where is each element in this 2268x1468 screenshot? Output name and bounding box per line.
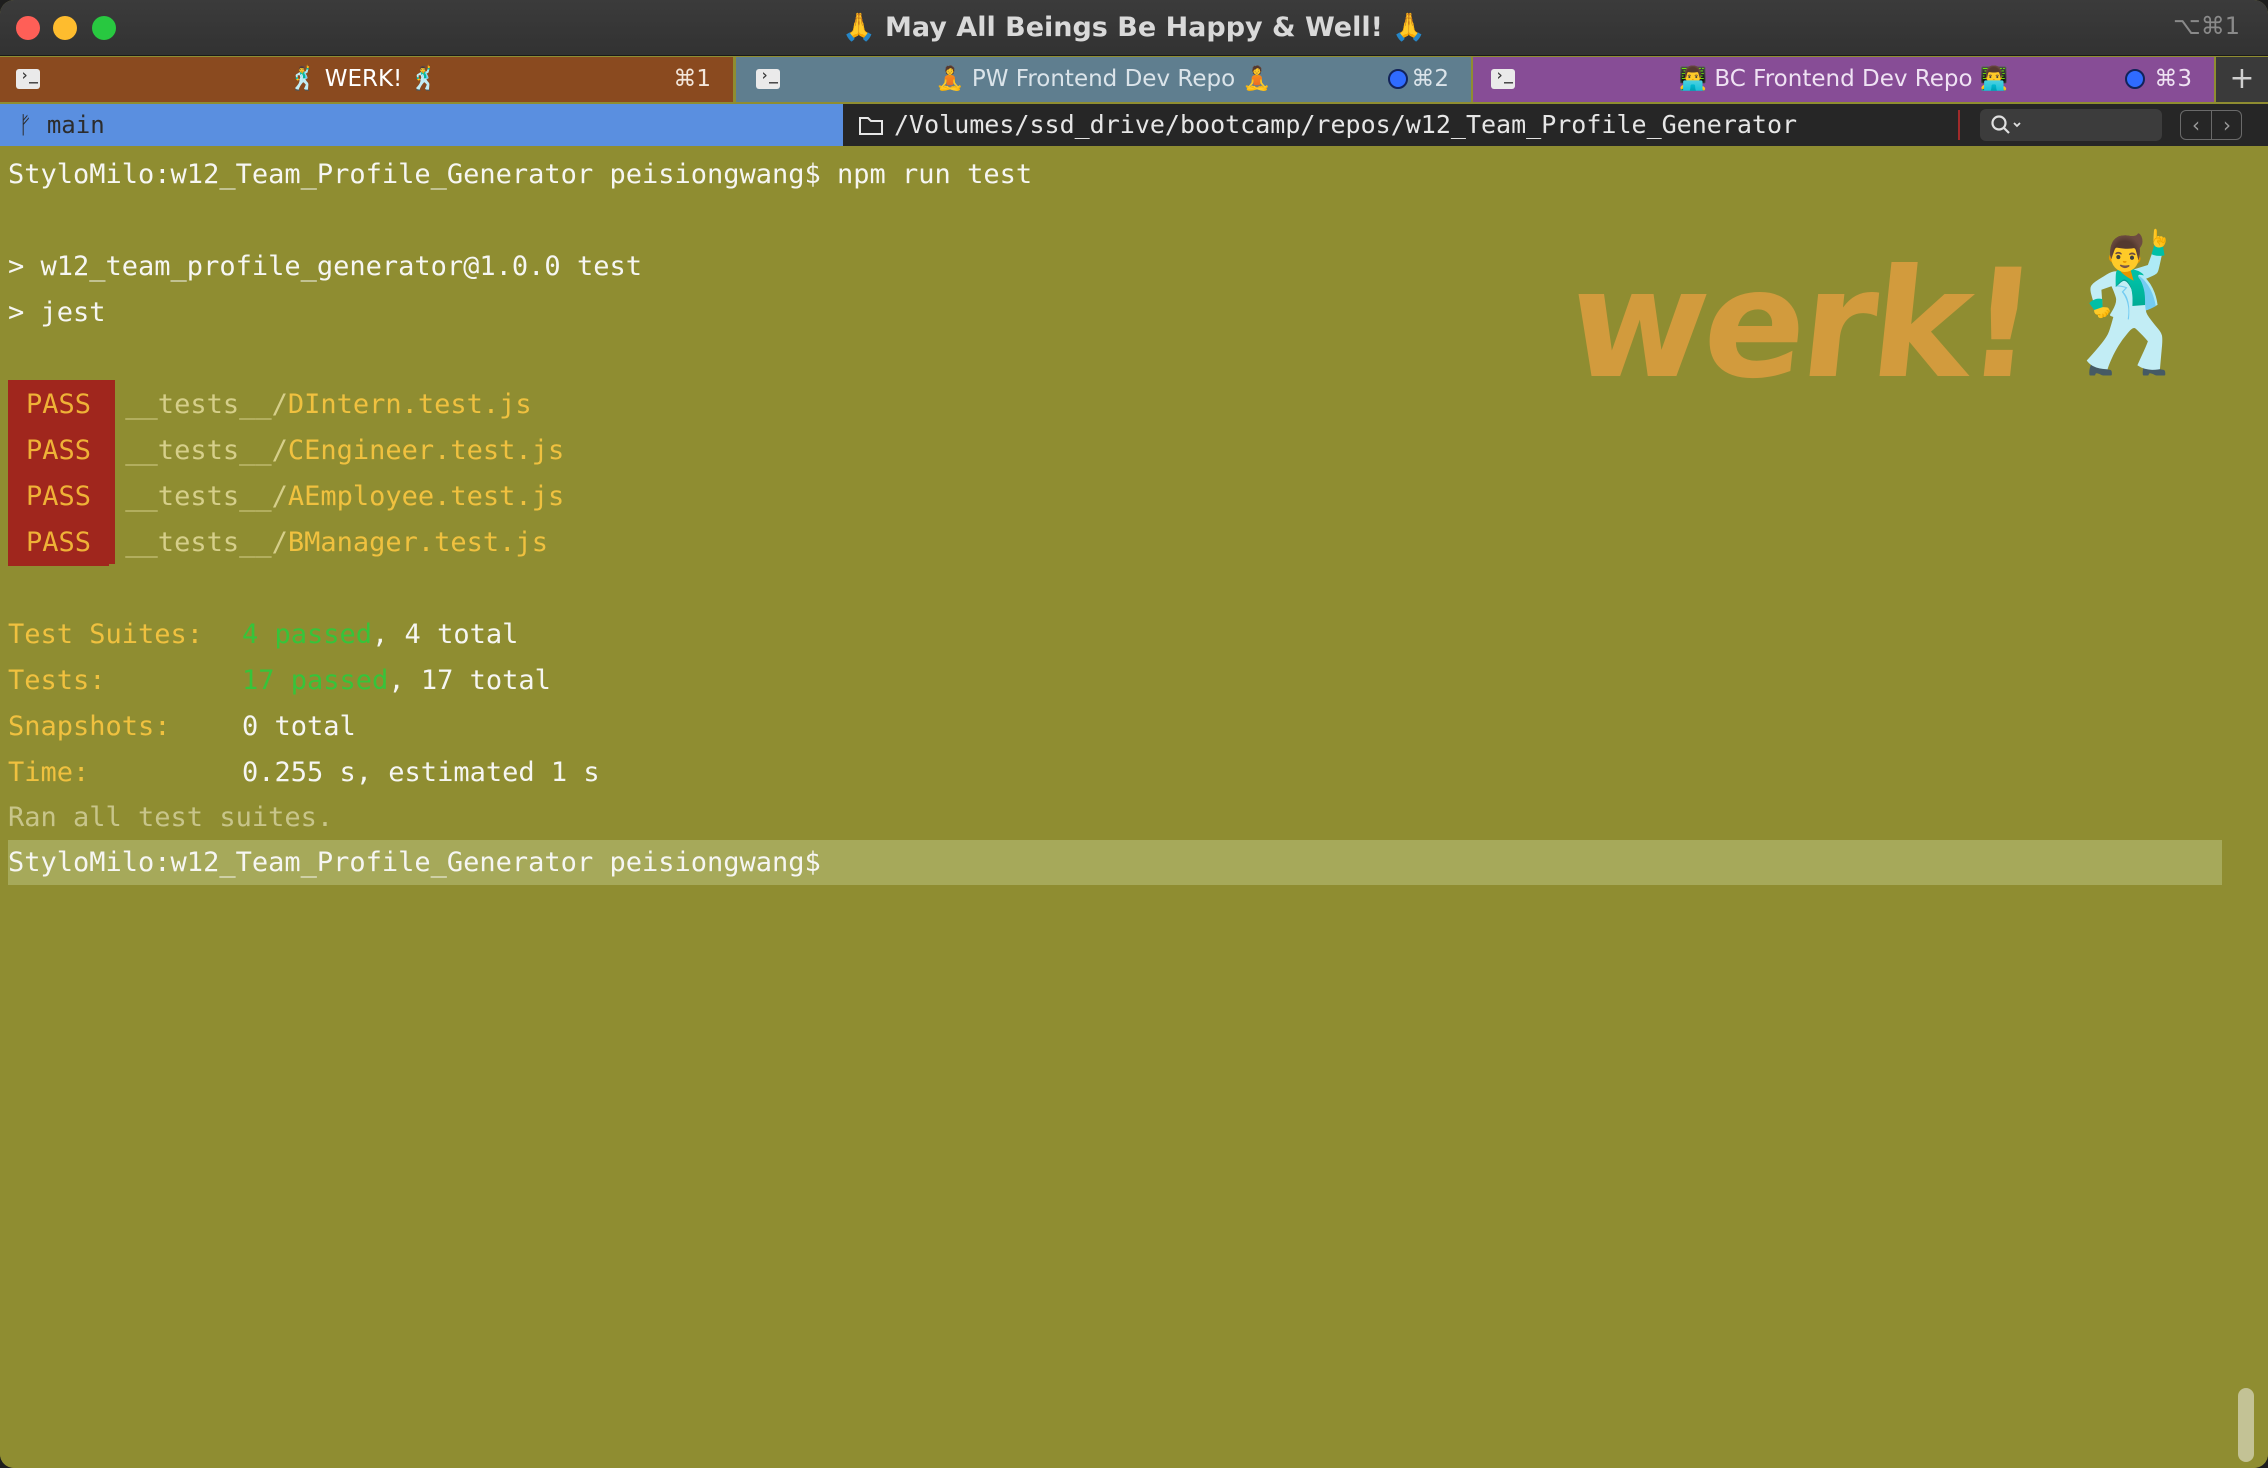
search-field[interactable]	[1980, 109, 2162, 141]
summary-passed: 17 passed	[242, 665, 389, 696]
terminal-window: 🙏 May All Beings Be Happy & Well! 🙏 ⌥⌘1 …	[0, 0, 2268, 1468]
ran-all-line: Ran all test suites.	[8, 802, 334, 833]
tab-shortcut: ⌘1	[673, 66, 711, 92]
summary-label: Test Suites:	[8, 619, 204, 650]
test-file: BManager.test.js	[287, 527, 548, 558]
tab-label: 🕺 WERK! 🕺	[288, 66, 439, 92]
script-line: > w12_team_profile_generator@1.0.0 test	[8, 251, 642, 282]
test-dir: __tests__/	[125, 481, 288, 512]
window-title: 🙏 May All Beings Be Happy & Well! 🙏	[842, 12, 1426, 43]
tab-pw-frontend[interactable]: 🧘 PW Frontend Dev Repo 🧘 ⌘2	[736, 57, 1471, 102]
dancer-emoji: 🕺	[2050, 228, 2212, 380]
search-icon	[1991, 115, 2021, 134]
nav-back-button[interactable]: ‹	[2181, 111, 2212, 139]
test-result-row: PASS __tests__/CEngineer.test.js	[8, 428, 564, 474]
activity-dot-icon	[2125, 69, 2145, 89]
tab-label: 👨‍💻 BC Frontend Dev Repo 👨‍💻	[1678, 66, 2009, 92]
summary-label: Time:	[8, 757, 90, 788]
summary-total: , 4 total	[372, 619, 519, 650]
test-dir: __tests__/	[125, 435, 288, 466]
folder-icon	[859, 117, 883, 135]
command-prompt-line: StyloMilo:w12_Team_Profile_Generator pei…	[8, 847, 821, 878]
tab-bc-frontend[interactable]: 👨‍💻 BC Frontend Dev Repo 👨‍💻 ⌘3	[1473, 57, 2214, 102]
summary-time: Time: 0.255 s, estimated 1 s	[8, 750, 600, 796]
branch-label: ᚠ main	[18, 111, 105, 139]
script-line: > jest	[8, 297, 106, 328]
path-bar: ᚠ main /Volumes/ssd_drive/bootcamp/repos…	[0, 104, 2268, 146]
divider	[1958, 110, 1960, 140]
test-result-row: PASS __tests__/DIntern.test.js	[8, 382, 532, 428]
pass-badge: PASS	[8, 474, 110, 520]
test-file: AEmployee.test.js	[287, 481, 565, 512]
pass-badge: PASS	[8, 520, 110, 566]
pass-badge: PASS	[8, 428, 110, 474]
nav-buttons: ‹ ›	[2180, 110, 2242, 140]
test-result-row: PASS __tests__/AEmployee.test.js	[8, 474, 564, 520]
summary-total: , 17 total	[388, 665, 551, 696]
summary-value: 0.255 s, estimated 1 s	[242, 757, 600, 788]
summary-value: 0 total	[242, 711, 356, 742]
test-dir: __tests__/	[125, 389, 288, 420]
summary-tests: Tests: 17 passed, 17 total	[8, 658, 551, 704]
test-file: CEngineer.test.js	[287, 435, 565, 466]
new-tab-button[interactable]: +	[2216, 57, 2268, 102]
test-result-row: PASS __tests__/BManager.test.js	[8, 520, 548, 566]
nav-forward-button[interactable]: ›	[2212, 111, 2242, 139]
title-bar: 🙏 May All Beings Be Happy & Well! 🙏 ⌥⌘1	[0, 0, 2268, 56]
summary-snapshots: Snapshots: 0 total	[8, 704, 356, 750]
current-path: /Volumes/ssd_drive/bootcamp/repos/w12_Te…	[894, 110, 1798, 139]
activity-dot-icon	[1388, 69, 1408, 89]
window-shortcut: ⌥⌘1	[2173, 12, 2240, 40]
pass-badge: PASS	[8, 382, 110, 428]
summary-label: Tests:	[8, 665, 106, 696]
werk-watermark: werk!	[1560, 238, 2042, 412]
scrollbar-thumb[interactable]	[2238, 1388, 2254, 1462]
command-prompt-line: StyloMilo:w12_Team_Profile_Generator pei…	[8, 159, 1033, 190]
tab-bar: 🕺 WERK! 🕺 ⌘1 🧘 PW Frontend Dev Repo 🧘 ⌘2…	[0, 57, 2268, 102]
tab-shortcut: ⌘2	[1411, 66, 1449, 92]
test-dir: __tests__/	[125, 527, 288, 558]
tab-werk[interactable]: 🕺 WERK! 🕺 ⌘1	[0, 57, 733, 102]
summary-label: Snapshots:	[8, 711, 171, 742]
tab-label: 🧘 PW Frontend Dev Repo 🧘	[935, 66, 1272, 92]
summary-passed: 4 passed	[242, 619, 373, 650]
tab-shortcut: ⌘3	[2154, 66, 2192, 92]
git-branch: ᚠ main	[0, 104, 843, 146]
test-file: DIntern.test.js	[287, 389, 532, 420]
terminal-output[interactable]: werk! 🕺 StyloMilo:w12_Team_Profile_Gener…	[0, 148, 2268, 1468]
summary-suites: Test Suites: 4 passed, 4 total	[8, 612, 518, 658]
